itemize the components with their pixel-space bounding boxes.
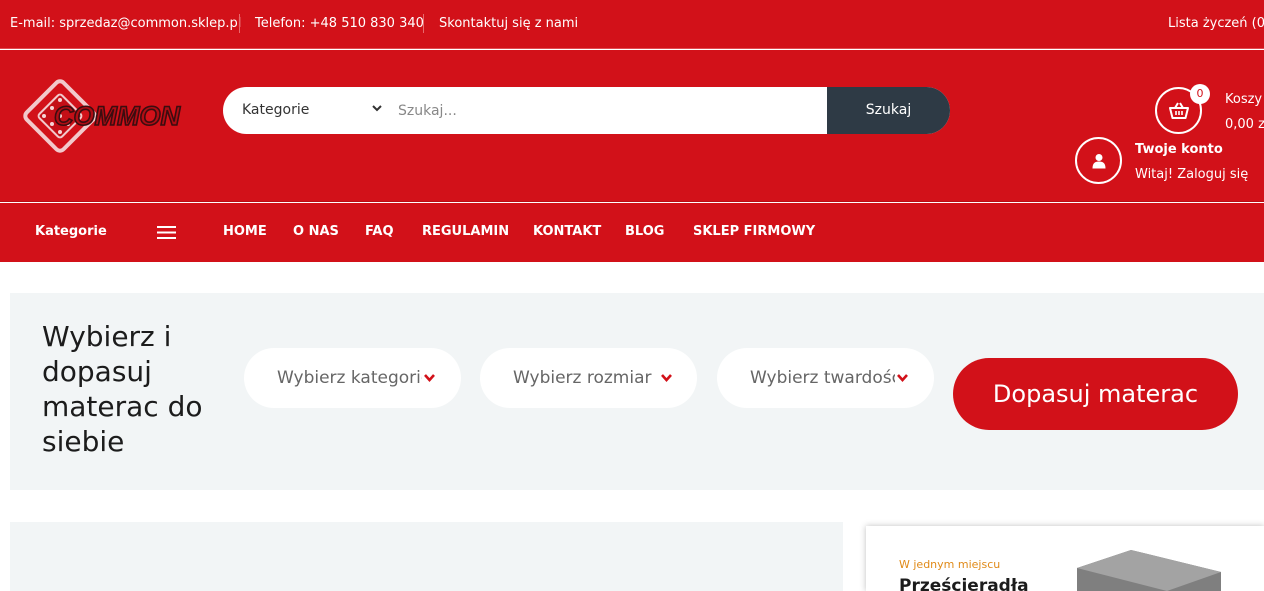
categories-menu-label[interactable]: Kategorie — [35, 224, 107, 239]
hero-slider[interactable] — [10, 522, 843, 591]
login-link[interactable]: Witaj! Zaloguj się — [1135, 167, 1248, 182]
basket-icon — [1168, 101, 1189, 119]
firmness-select[interactable]: Wybierz twardość — [717, 348, 934, 408]
size-select-value: Wybierz rozmiar — [513, 368, 652, 388]
promo-banner-subtitle: W jednym miejscu — [899, 558, 1001, 571]
cart-label[interactable]: Koszy — [1225, 92, 1262, 107]
hamburger-menu-icon[interactable] — [157, 225, 176, 240]
promo-banner-title: Prześcieradła — [899, 576, 1029, 591]
chevron-down-icon — [661, 374, 672, 382]
category-select[interactable]: Wybierz kategorię — [244, 348, 461, 408]
nav-link-faq[interactable]: FAQ — [365, 224, 394, 239]
promo-banner[interactable]: W jednym miejscu Prześcieradła — [866, 526, 1264, 591]
size-select[interactable]: Wybierz rozmiar — [480, 348, 697, 408]
cart-count-badge: 0 — [1190, 84, 1210, 104]
topbar-phone-link[interactable]: Telefon: +48 510 830 340 — [255, 16, 424, 31]
top-bar: E-mail: sprzedaz@common.sklep.pl Telefon… — [0, 0, 1264, 49]
chevron-down-icon — [897, 374, 908, 382]
nav-link-contact[interactable]: KONTAKT — [533, 224, 601, 239]
user-icon — [1092, 153, 1105, 168]
mattress-finder: Wybierz i dopasuj materac do siebie Wybi… — [10, 293, 1264, 490]
account-button[interactable] — [1075, 137, 1122, 184]
account-title[interactable]: Twoje konto — [1135, 142, 1223, 157]
firmness-select-value: Wybierz twardość — [750, 368, 895, 388]
logo-emblem-icon: COMMON — [23, 79, 181, 153]
topbar-divider — [423, 14, 424, 33]
nav-link-regulations[interactable]: REGULAMIN — [422, 224, 509, 239]
nav-link-company-store[interactable]: SKLEP FIRMOWY — [693, 224, 815, 239]
nav-link-home[interactable]: HOME — [223, 224, 267, 239]
topbar-divider — [239, 14, 240, 33]
page: E-mail: sprzedaz@common.sklep.pl Telefon… — [0, 0, 1264, 591]
svg-text:COMMON: COMMON — [54, 101, 180, 131]
main-nav: Kategorie HOME O NAS FAQ REGULAMIN KONTA… — [0, 203, 1264, 262]
category-select-value: Wybierz kategorię — [277, 368, 422, 388]
header: COMMON Kategorie Szukaj — [0, 50, 1264, 202]
mattress-image — [1077, 550, 1221, 591]
finder-title: Wybierz i dopasuj materac do siebie — [42, 320, 203, 458]
search-bar: Kategorie Szukaj — [223, 87, 950, 134]
chevron-down-icon — [424, 374, 435, 382]
search-button[interactable]: Szukaj — [827, 87, 950, 134]
nav-link-about[interactable]: O NAS — [293, 224, 339, 239]
topbar-email-link[interactable]: E-mail: sprzedaz@common.sklep.pl — [10, 16, 241, 31]
logo[interactable]: COMMON — [20, 74, 182, 158]
nav-link-blog[interactable]: BLOG — [625, 224, 664, 239]
topbar-contact-link[interactable]: Skontaktuj się z nami — [439, 16, 578, 31]
cart-total: 0,00 z — [1225, 117, 1264, 132]
topbar-wishlist-link[interactable]: Lista życzeń (0 — [1168, 16, 1264, 31]
chevron-down-icon[interactable] — [370, 101, 384, 115]
search-category-select[interactable]: Kategorie — [242, 102, 309, 118]
match-mattress-button[interactable]: Dopasuj materac — [953, 358, 1238, 430]
search-input[interactable] — [386, 87, 826, 134]
